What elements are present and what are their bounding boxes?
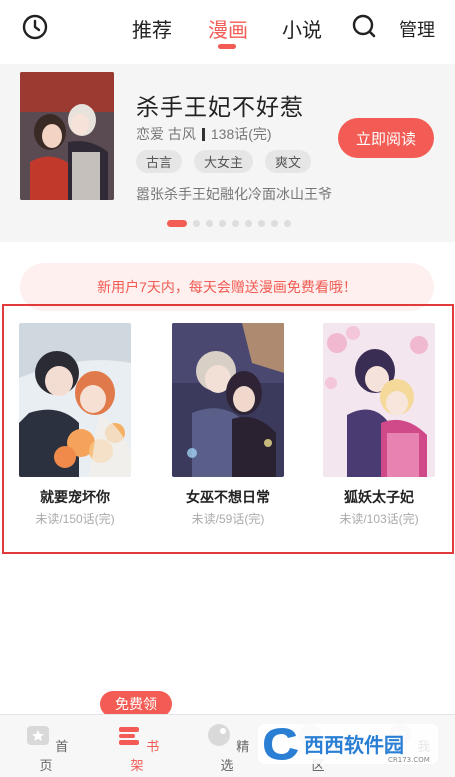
featured-title: 杀手王妃不好惹 <box>136 94 304 120</box>
top-nav-bar: 推荐 漫画 小说 管理 <box>0 0 455 56</box>
featured-tag: 爽文 <box>265 150 312 173</box>
featured-tag: 大女主 <box>194 150 254 173</box>
svg-text:西西软件园: 西西软件园 <box>304 733 404 757</box>
book-cover-image[interactable] <box>172 323 284 477</box>
carousel-dot[interactable] <box>271 220 278 227</box>
featured-icon <box>207 724 230 746</box>
tab-novels[interactable]: 小说 <box>282 14 322 43</box>
featured-cover-image[interactable] <box>20 72 114 200</box>
history-clock-icon[interactable] <box>22 14 48 40</box>
search-icon[interactable] <box>352 14 376 38</box>
book-progress: 未读/103话(完) <box>339 512 419 526</box>
featured-tag: 古言 <box>136 150 183 173</box>
carousel-dot[interactable] <box>258 220 265 227</box>
featured-meta: 恋爱 古风 138话(完) <box>136 124 272 144</box>
carousel-dot[interactable] <box>206 220 213 227</box>
shelf-book[interactable]: 就要宠坏你 未读/150话(完) <box>16 323 134 527</box>
book-progress: 未读/150话(完) <box>35 512 115 526</box>
carousel-dot[interactable] <box>232 220 239 227</box>
book-title[interactable]: 就要宠坏你 <box>16 487 134 507</box>
book-progress: 未读/59话(完) <box>191 512 265 526</box>
promo-text: 新用户7天内，每天会赠送漫画免费看哦！ <box>97 279 357 295</box>
shelf-book[interactable]: 狐妖太子妃 未读/103话(完) <box>320 323 438 527</box>
home-star-icon <box>26 726 49 745</box>
book-cover-image[interactable] <box>323 323 435 477</box>
carousel-dot[interactable] <box>245 220 252 227</box>
site-watermark-logo: 西西软件园 CR173.COM <box>258 724 438 764</box>
carousel-dot[interactable] <box>167 220 187 227</box>
featured-tags: 古言 大女主 爽文 <box>136 150 312 173</box>
book-title[interactable]: 女巫不想日常 <box>169 487 287 507</box>
shelf-book[interactable]: 女巫不想日常 未读/59话(完) <box>169 323 287 527</box>
carousel-dot[interactable] <box>193 220 200 227</box>
read-now-button[interactable]: 立即阅读 <box>338 118 434 158</box>
featured-description: 嚣张杀手王妃融化冷面冰山王爷 <box>136 186 332 202</box>
svg-text:CR173.COM: CR173.COM <box>388 756 430 764</box>
manage-button[interactable]: 管理 <box>399 16 435 42</box>
carousel-dot[interactable] <box>284 220 291 227</box>
nav-featured[interactable]: 精选 <box>199 721 255 774</box>
featured-comic-card[interactable]: 杀手王妃不好惹 恋爱 古风 138话(完) 古言 大女主 爽文 嚣张杀手王妃融化冷… <box>0 64 455 242</box>
nav-home[interactable]: 首页 <box>18 721 74 774</box>
featured-genres: 恋爱 古风 <box>136 126 196 142</box>
featured-chapters: 138话(完) <box>210 126 272 142</box>
nav-bookshelf[interactable]: 书架 <box>109 721 165 774</box>
tab-recommend[interactable]: 推荐 <box>132 14 172 43</box>
book-cover-image[interactable] <box>19 323 131 477</box>
carousel-dot[interactable] <box>219 220 226 227</box>
tab-comics[interactable]: 漫画 <box>208 14 248 43</box>
active-tab-indicator <box>218 44 236 49</box>
meta-separator <box>201 128 205 141</box>
book-title[interactable]: 狐妖太子妃 <box>320 487 438 507</box>
carousel-indicator[interactable] <box>167 220 291 227</box>
bookshelf-icon <box>118 727 139 745</box>
